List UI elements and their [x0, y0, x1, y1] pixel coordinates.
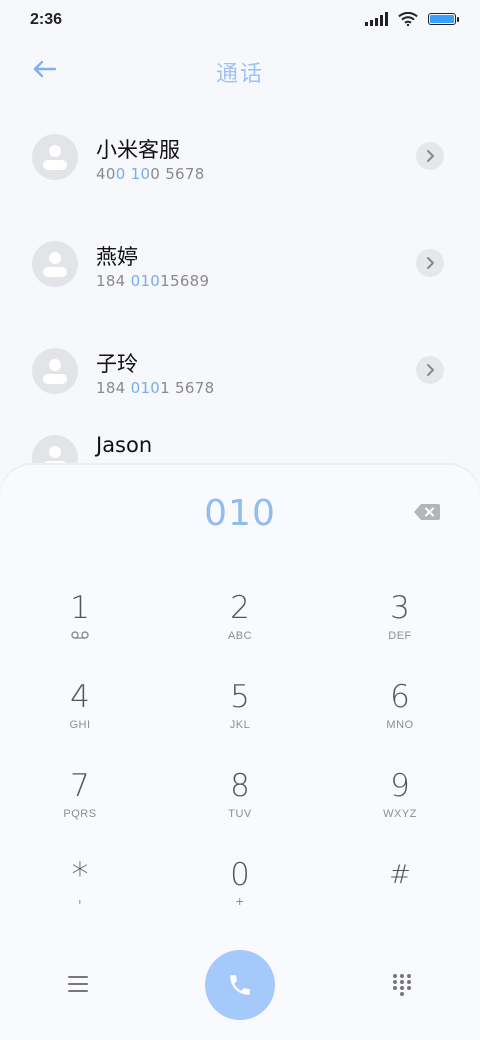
- chevron-right-icon: [427, 150, 434, 162]
- contact-list: 小米客服 400 100 5678 燕婷 184 01015689 子玲 184…: [0, 104, 480, 481]
- contact-item[interactable]: 燕婷 184 01015689: [0, 211, 480, 318]
- dial-actions: [0, 950, 480, 1022]
- avatar: [32, 241, 78, 287]
- chevron-right-icon: [427, 364, 434, 376]
- contact-item[interactable]: Jason: [0, 425, 480, 481]
- phone-icon: [230, 975, 250, 995]
- key-hash[interactable]: #: [320, 857, 480, 937]
- key-9[interactable]: 9 WXYZ: [320, 768, 480, 848]
- dial-input[interactable]: 010: [0, 493, 480, 534]
- header: 通话: [0, 44, 480, 96]
- key-1[interactable]: 1: [0, 590, 160, 670]
- avatar: [32, 134, 78, 180]
- status-icons: [365, 12, 459, 26]
- signal-icon: [365, 12, 388, 26]
- delete-button[interactable]: [413, 503, 441, 521]
- contact-name: 小米客服: [96, 138, 180, 162]
- key-4[interactable]: 4 GHI: [0, 679, 160, 759]
- contact-number: 400 100 5678: [96, 165, 205, 183]
- status-time: 2:36: [30, 11, 63, 28]
- menu-icon[interactable]: [68, 976, 88, 992]
- battery-icon: [428, 13, 459, 25]
- key-7[interactable]: 7 PQRS: [0, 768, 160, 848]
- contact-name: 燕婷: [96, 245, 138, 269]
- status-bar: 2:36: [0, 0, 480, 40]
- call-button[interactable]: [205, 950, 275, 1020]
- page-title: 通话: [215, 62, 264, 87]
- contact-detail-button[interactable]: [416, 249, 444, 277]
- key-3[interactable]: 3 DEF: [320, 590, 480, 670]
- key-6[interactable]: 6 MNO: [320, 679, 480, 759]
- contact-detail-button[interactable]: [416, 356, 444, 384]
- voicemail-icon: [71, 631, 89, 639]
- contact-item[interactable]: 子玲 184 0101 5678: [0, 318, 480, 425]
- contact-detail-button[interactable]: [416, 142, 444, 170]
- contact-name: Jason: [96, 433, 153, 457]
- chevron-right-icon: [427, 257, 434, 269]
- contact-item[interactable]: 小米客服 400 100 5678: [0, 104, 480, 211]
- key-5[interactable]: 5 JKL: [160, 679, 320, 759]
- key-8[interactable]: 8 TUV: [160, 768, 320, 848]
- key-0[interactable]: 0 +: [160, 857, 320, 937]
- avatar: [32, 348, 78, 394]
- key-star[interactable]: * ,: [0, 857, 160, 937]
- contact-number: 184 0101 5678: [96, 379, 215, 397]
- backspace-icon: [414, 504, 440, 520]
- wifi-icon: [398, 12, 418, 26]
- key-2[interactable]: 2 ABC: [160, 590, 320, 670]
- dialpad-icon[interactable]: [393, 974, 411, 996]
- dial-panel: 010 1 2 ABC 3 DEF 4 GHI 5 JKL 6 MNO 7 PQ…: [0, 465, 480, 1040]
- contact-number: 184 01015689: [96, 272, 210, 290]
- contact-name: 子玲: [96, 352, 138, 376]
